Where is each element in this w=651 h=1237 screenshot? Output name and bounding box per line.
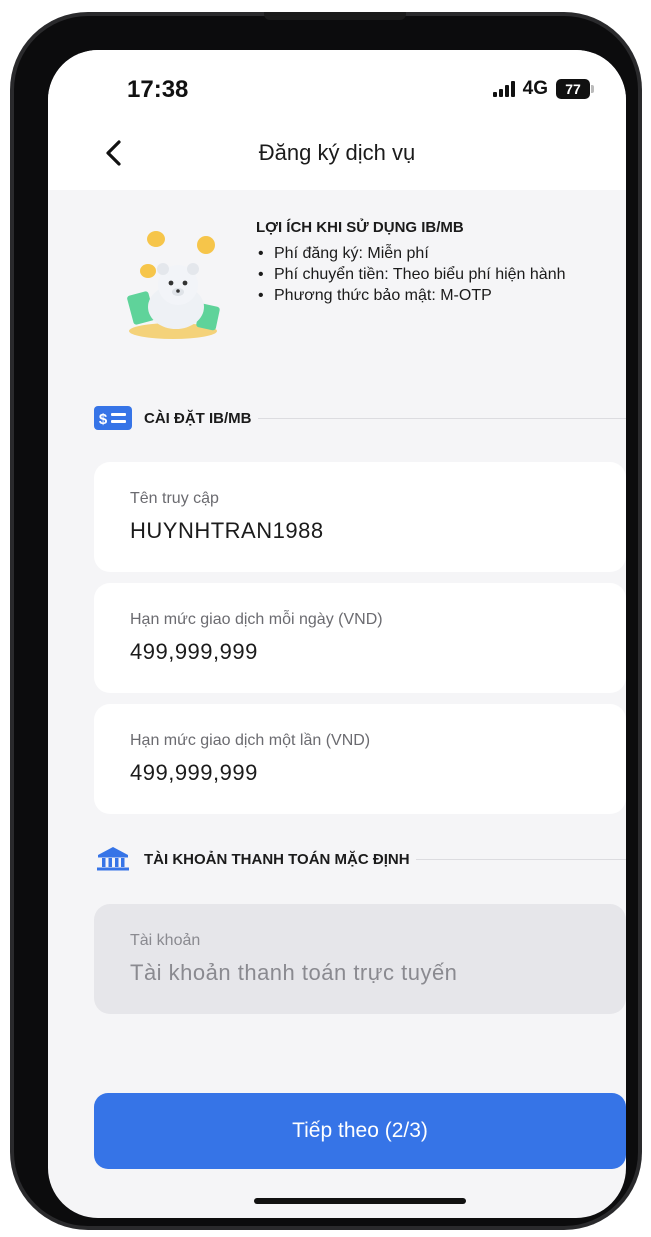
divider <box>415 858 626 860</box>
section-header-account: TÀI KHOẢN THANH TOÁN MẶC ĐỊNH <box>94 847 626 871</box>
daily-limit-field[interactable]: Hạn mức giao dịch mỗi ngày (VND) 499,999… <box>94 583 626 693</box>
username-label: Tên truy cập <box>130 490 219 507</box>
status-time: 17:38 <box>127 76 189 103</box>
username-field[interactable]: Tên truy cập HUYNHTRAN1988 <box>94 462 626 572</box>
bank-icon <box>97 847 129 871</box>
section-title: TÀI KHOẢN THANH TOÁN MẶC ĐỊNH <box>144 850 410 868</box>
account-select-field[interactable]: Tài khoản Tài khoản thanh toán trực tuyế… <box>94 904 626 1014</box>
divider <box>257 417 626 419</box>
benefits-panel: LỢI ÍCH KHI SỬ DỤNG IB/MB Phí đăng ký: M… <box>118 213 598 353</box>
section-title: CÀI ĐẶT IB/MB <box>144 409 252 427</box>
username-value[interactable]: HUYNHTRAN1988 <box>130 518 324 544</box>
mascot-illustration-icon <box>127 231 220 339</box>
per-transaction-limit-field[interactable]: Hạn mức giao dịch một lần (VND) 499,999,… <box>94 704 626 814</box>
benefits-text: LỢI ÍCH KHI SỬ DỤNG IB/MB Phí đăng ký: M… <box>256 219 606 306</box>
page-title: Đăng ký dịch vụ <box>258 140 416 165</box>
phone-frame: 17:38 4G 77 Đăng ký dịch vụ LỢI ÍCH KHI … <box>10 12 642 1230</box>
battery-level: 77 <box>565 81 581 97</box>
network-type: 4G <box>522 78 548 99</box>
section-header-setup: $ CÀI ĐẶT IB/MB <box>94 406 626 430</box>
per-transaction-limit-label: Hạn mức giao dịch một lần (VND) <box>130 732 371 749</box>
benefits-title: LỢI ÍCH KHI SỬ DỤNG IB/MB <box>256 219 464 236</box>
battery-icon: 77 <box>556 79 594 99</box>
benefit-item: Phí đăng ký: Miễn phí <box>256 243 606 264</box>
benefit-item: Phương thức bảo mật: M-OTP <box>256 285 606 306</box>
signal-icon <box>492 81 515 97</box>
benefit-item: Phí chuyển tiền: Theo biểu phí hiện hành <box>256 264 606 285</box>
money-list-icon: $ <box>94 406 132 430</box>
per-transaction-limit-value[interactable]: 499,999,999 <box>130 760 258 786</box>
daily-limit-value[interactable]: 499,999,999 <box>130 639 258 665</box>
svg-text:$: $ <box>99 411 108 428</box>
account-placeholder[interactable]: Tài khoản thanh toán trực tuyến <box>130 960 457 986</box>
top-bar: 17:38 4G 77 Đăng ký dịch vụ <box>48 50 626 190</box>
home-indicator <box>254 1198 466 1204</box>
daily-limit-label: Hạn mức giao dịch mỗi ngày (VND) <box>130 611 383 628</box>
status-indicators: 4G 77 <box>492 78 594 100</box>
next-button[interactable]: Tiếp theo (2/3) <box>94 1093 626 1169</box>
phone-top-edge <box>264 12 406 20</box>
account-label: Tài khoản <box>130 932 201 949</box>
app-screen: 17:38 4G 77 Đăng ký dịch vụ LỢI ÍCH KHI … <box>48 50 626 1218</box>
